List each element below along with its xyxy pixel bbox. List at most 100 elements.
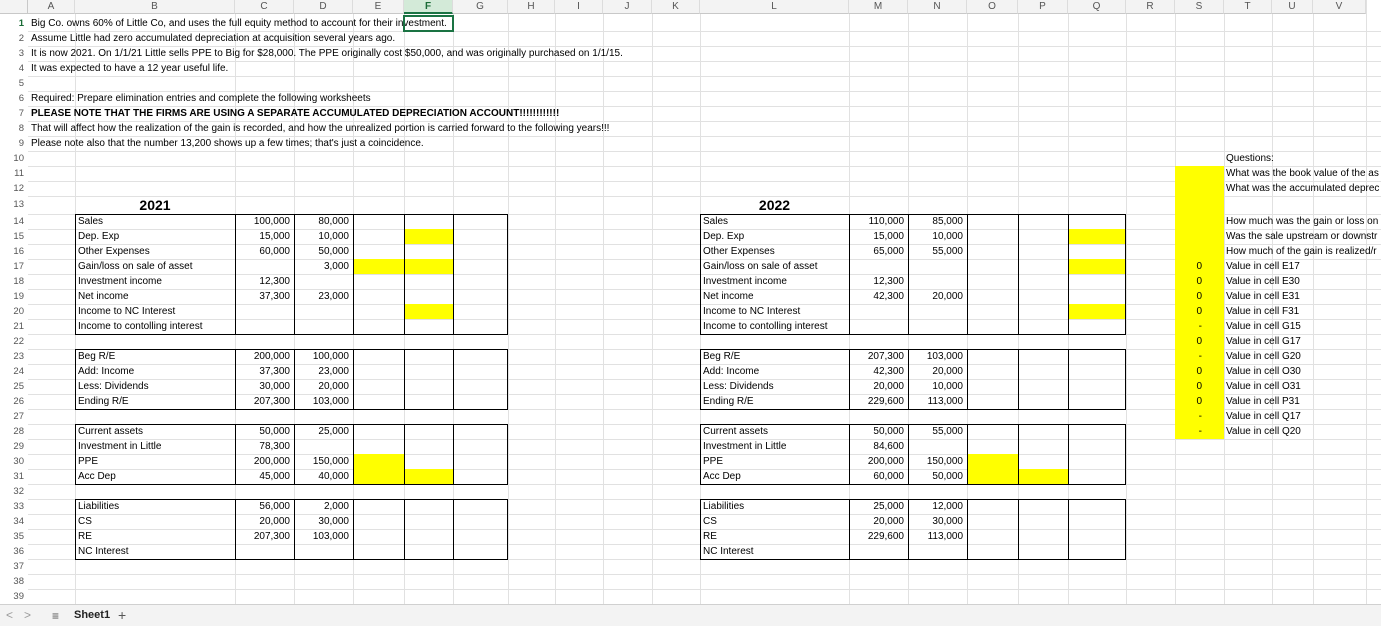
- column-header-j[interactable]: J: [603, 0, 652, 14]
- subsidiary-amount[interactable]: 50,000: [294, 244, 349, 259]
- row-header-27[interactable]: 27: [0, 409, 28, 424]
- worksheet-row-label[interactable]: Gain/loss on sale of asset: [78, 259, 193, 274]
- row-header-12[interactable]: 12: [0, 181, 28, 196]
- worksheet-row-label[interactable]: Add: Income: [703, 364, 759, 379]
- worksheet-row-label[interactable]: Current assets: [703, 424, 768, 439]
- worksheet-row-label[interactable]: Investment in Little: [703, 439, 786, 454]
- subsidiary-amount[interactable]: 3,000: [294, 259, 349, 274]
- column-header-c[interactable]: C: [235, 0, 294, 14]
- subsidiary-amount[interactable]: 20,000: [908, 289, 963, 304]
- row-header-34[interactable]: 34: [0, 514, 28, 529]
- subsidiary-amount[interactable]: 55,000: [908, 244, 963, 259]
- subsidiary-amount[interactable]: 150,000: [908, 454, 963, 469]
- worksheet-row-label[interactable]: Liabilities: [703, 499, 744, 514]
- column-header-m[interactable]: M: [849, 0, 908, 14]
- subsidiary-amount[interactable]: 20,000: [908, 364, 963, 379]
- parent-amount[interactable]: 200,000: [849, 454, 904, 469]
- answer-value[interactable]: 0: [1175, 334, 1202, 349]
- row-header-11[interactable]: 11: [0, 166, 28, 181]
- parent-amount[interactable]: 25,000: [849, 499, 904, 514]
- parent-amount[interactable]: 12,300: [235, 274, 290, 289]
- column-header-t[interactable]: T: [1224, 0, 1272, 14]
- subsidiary-amount[interactable]: 25,000: [294, 424, 349, 439]
- column-header-g[interactable]: G: [453, 0, 508, 14]
- parent-amount[interactable]: 42,300: [849, 289, 904, 304]
- parent-amount[interactable]: 229,600: [849, 394, 904, 409]
- answer-value[interactable]: 0: [1175, 379, 1202, 394]
- subsidiary-amount[interactable]: 40,000: [294, 469, 349, 484]
- row-header-37[interactable]: 37: [0, 559, 28, 574]
- column-header-a[interactable]: A: [28, 0, 75, 14]
- parent-amount[interactable]: 15,000: [849, 229, 904, 244]
- column-header-e[interactable]: E: [353, 0, 404, 14]
- column-header-k[interactable]: K: [652, 0, 700, 14]
- worksheet-row-label[interactable]: Less: Dividends: [703, 379, 774, 394]
- worksheet-row-label[interactable]: RE: [78, 529, 92, 544]
- worksheet-row-label[interactable]: PPE: [78, 454, 98, 469]
- parent-amount[interactable]: 50,000: [849, 424, 904, 439]
- row-header-14[interactable]: 14: [0, 214, 28, 229]
- subsidiary-amount[interactable]: 50,000: [908, 469, 963, 484]
- column-header-s[interactable]: S: [1175, 0, 1224, 14]
- row-header-21[interactable]: 21: [0, 319, 28, 334]
- row-header-15[interactable]: 15: [0, 229, 28, 244]
- worksheet-row-label[interactable]: Investment income: [703, 274, 787, 289]
- sheet-list-menu-icon[interactable]: ≡: [52, 609, 59, 623]
- column-header-b[interactable]: B: [75, 0, 235, 14]
- column-header-q[interactable]: Q: [1068, 0, 1126, 14]
- subsidiary-amount[interactable]: 103,000: [908, 349, 963, 364]
- row-header-39[interactable]: 39: [0, 589, 28, 604]
- parent-amount[interactable]: 15,000: [235, 229, 290, 244]
- parent-amount[interactable]: 20,000: [235, 514, 290, 529]
- worksheet-row-label[interactable]: Income to contolling interest: [78, 319, 203, 334]
- worksheet-row-label[interactable]: Beg R/E: [703, 349, 740, 364]
- row-header-38[interactable]: 38: [0, 574, 28, 589]
- row-header-6[interactable]: 6: [0, 91, 28, 106]
- parent-amount[interactable]: 37,300: [235, 289, 290, 304]
- subsidiary-amount[interactable]: 103,000: [294, 529, 349, 544]
- parent-amount[interactable]: 100,000: [235, 214, 290, 229]
- column-header-r[interactable]: R: [1126, 0, 1175, 14]
- parent-amount[interactable]: 30,000: [235, 379, 290, 394]
- row-header-28[interactable]: 28: [0, 424, 28, 439]
- subsidiary-amount[interactable]: 10,000: [908, 229, 963, 244]
- worksheet-row-label[interactable]: Ending R/E: [703, 394, 754, 409]
- worksheet-row-label[interactable]: Liabilities: [78, 499, 119, 514]
- subsidiary-amount[interactable]: 55,000: [908, 424, 963, 439]
- answer-value[interactable]: 0: [1175, 289, 1202, 304]
- parent-amount[interactable]: 207,300: [849, 349, 904, 364]
- parent-amount[interactable]: 60,000: [849, 469, 904, 484]
- worksheet-row-label[interactable]: CS: [703, 514, 717, 529]
- parent-amount[interactable]: 110,000: [849, 214, 904, 229]
- answer-value[interactable]: -: [1175, 424, 1202, 439]
- parent-amount[interactable]: 84,600: [849, 439, 904, 454]
- parent-amount[interactable]: 42,300: [849, 364, 904, 379]
- column-header-v[interactable]: V: [1313, 0, 1366, 14]
- row-header-26[interactable]: 26: [0, 394, 28, 409]
- worksheet-row-label[interactable]: Income to NC Interest: [78, 304, 175, 319]
- parent-amount[interactable]: 207,300: [235, 394, 290, 409]
- row-header-16[interactable]: 16: [0, 244, 28, 259]
- next-sheet-icon[interactable]: >: [24, 608, 31, 622]
- row-header-25[interactable]: 25: [0, 379, 28, 394]
- subsidiary-amount[interactable]: 150,000: [294, 454, 349, 469]
- worksheet-row-label[interactable]: Beg R/E: [78, 349, 115, 364]
- parent-amount[interactable]: 207,300: [235, 529, 290, 544]
- answer-value[interactable]: -: [1175, 409, 1202, 424]
- worksheet-row-label[interactable]: Current assets: [78, 424, 143, 439]
- row-header-22[interactable]: 22: [0, 334, 28, 349]
- answer-value[interactable]: 0: [1175, 304, 1202, 319]
- answer-value[interactable]: 0: [1175, 394, 1202, 409]
- worksheet-row-label[interactable]: NC Interest: [78, 544, 129, 559]
- worksheet-row-label[interactable]: Other Expenses: [703, 244, 775, 259]
- active-cell-cursor[interactable]: [403, 15, 454, 32]
- row-header-7[interactable]: 7: [0, 106, 28, 121]
- subsidiary-amount[interactable]: 80,000: [294, 214, 349, 229]
- row-header-2[interactable]: 2: [0, 31, 28, 46]
- row-header-32[interactable]: 32: [0, 484, 28, 499]
- parent-amount[interactable]: 200,000: [235, 454, 290, 469]
- subsidiary-amount[interactable]: 30,000: [294, 514, 349, 529]
- row-header-23[interactable]: 23: [0, 349, 28, 364]
- subsidiary-amount[interactable]: 113,000: [908, 529, 963, 544]
- worksheet-row-label[interactable]: Gain/loss on sale of asset: [703, 259, 818, 274]
